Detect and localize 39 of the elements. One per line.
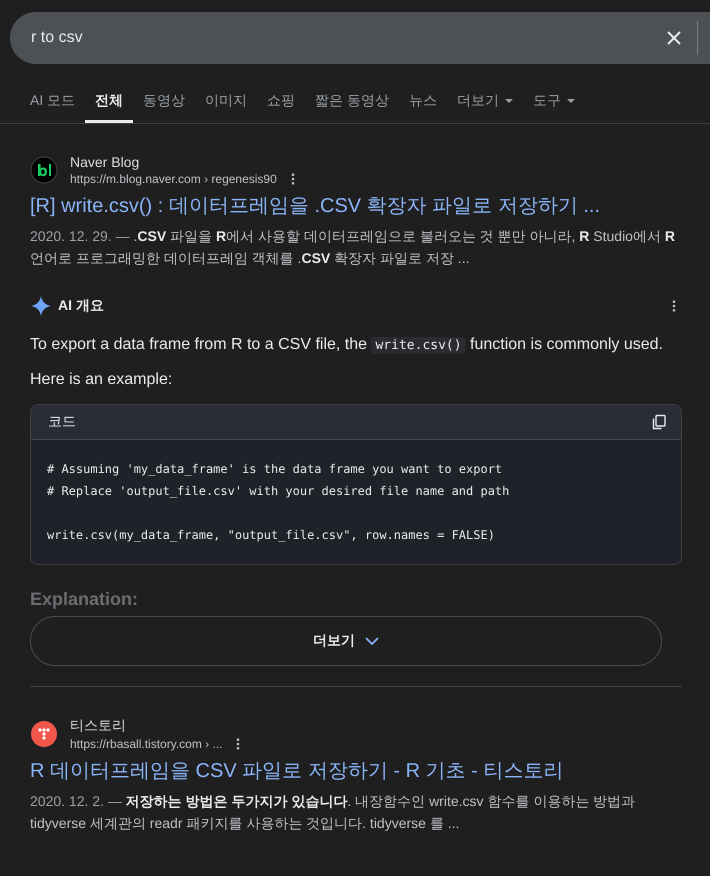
caret-icon bbox=[505, 99, 514, 103]
search-tab[interactable]: 이미지 bbox=[195, 84, 258, 123]
copy-icon[interactable] bbox=[651, 414, 667, 430]
more-options-icon[interactable] bbox=[670, 300, 678, 312]
search-tab[interactable]: AI 모드 bbox=[20, 84, 86, 123]
result-title-link[interactable]: [R] write.csv() : 데이터프레임을 .CSV 확장자 파일로 저장하기 ... bbox=[30, 192, 680, 219]
result-url[interactable]: https://rbasall.tistory.com › ... bbox=[70, 737, 222, 751]
result-title-link[interactable]: R 데이터프레임을 CSV 파일로 저장하기 - R 기초 - 티스토리 bbox=[30, 757, 680, 784]
result-snippet: 2020. 12. 2. — 저장하는 방법은 두가지가 있습니다. 내장함수인 write.csv 함수를 이용하는 방법과 tidyverse 세계관의 readr 패키지를 사용하는 것입니다. tidyverse 를 ... bbox=[30, 792, 636, 833]
more-options-icon[interactable] bbox=[234, 738, 242, 750]
search-tab[interactable]: 짧은 동영상 bbox=[305, 84, 400, 123]
search-tab[interactable]: 전체 bbox=[85, 84, 134, 123]
caret-icon bbox=[567, 99, 576, 103]
overview-paragraph: Here is an example: bbox=[30, 370, 174, 390]
site-name: 티스토리 bbox=[70, 717, 127, 735]
chevron-down-icon bbox=[365, 637, 379, 645]
overview-paragraph: To export a data frame from R to a CSV file, the write.csv() function is commonly used. bbox=[30, 335, 664, 356]
show-more-button[interactable]: 더보기 bbox=[30, 616, 662, 666]
code-line: write.csv(my_data_frame, "output_file.csv", row.names = FALSE) bbox=[47, 527, 496, 544]
search-tab[interactable]: 도구 bbox=[523, 84, 586, 123]
search-tab[interactable]: 쇼핑 bbox=[257, 84, 306, 123]
inline-code: write.csv() bbox=[371, 337, 466, 354]
code-line: # Replace 'output_file.csv' with your desired file name and path bbox=[47, 483, 510, 500]
search-tab[interactable]: 더보기 bbox=[447, 84, 524, 123]
ai-overview-title: AI 개요 bbox=[58, 297, 105, 315]
code-label: 코드 bbox=[48, 413, 76, 431]
site-logo-icon bbox=[30, 720, 58, 748]
search-field[interactable]: r to csv bbox=[10, 12, 710, 64]
site-logo-icon bbox=[30, 156, 58, 184]
close-icon[interactable] bbox=[666, 30, 682, 46]
faded-heading: Explanation: bbox=[30, 589, 140, 610]
result-url[interactable]: https://m.blog.naver.com › regenesis90 bbox=[70, 172, 277, 186]
result-snippet: 2020. 12. 29. — .CSV 파일을 R에서 사용할 데이터프레임으로 불러오는 것 뿐만 아니라, R Studio에서 R 언어로 프로그래밍한 데이터프레임 객체를 .CSV 확장자 파일로 저장 ... bbox=[30, 227, 676, 268]
search-tab[interactable]: 동영상 bbox=[133, 84, 196, 123]
sparkle-icon bbox=[30, 295, 52, 317]
site-name: Naver Blog bbox=[70, 154, 140, 170]
search-tab[interactable]: 뉴스 bbox=[399, 84, 448, 123]
code-line: # Assuming 'my_data_frame' is the data frame you want to export bbox=[47, 461, 504, 478]
more-options-icon[interactable] bbox=[288, 173, 297, 185]
